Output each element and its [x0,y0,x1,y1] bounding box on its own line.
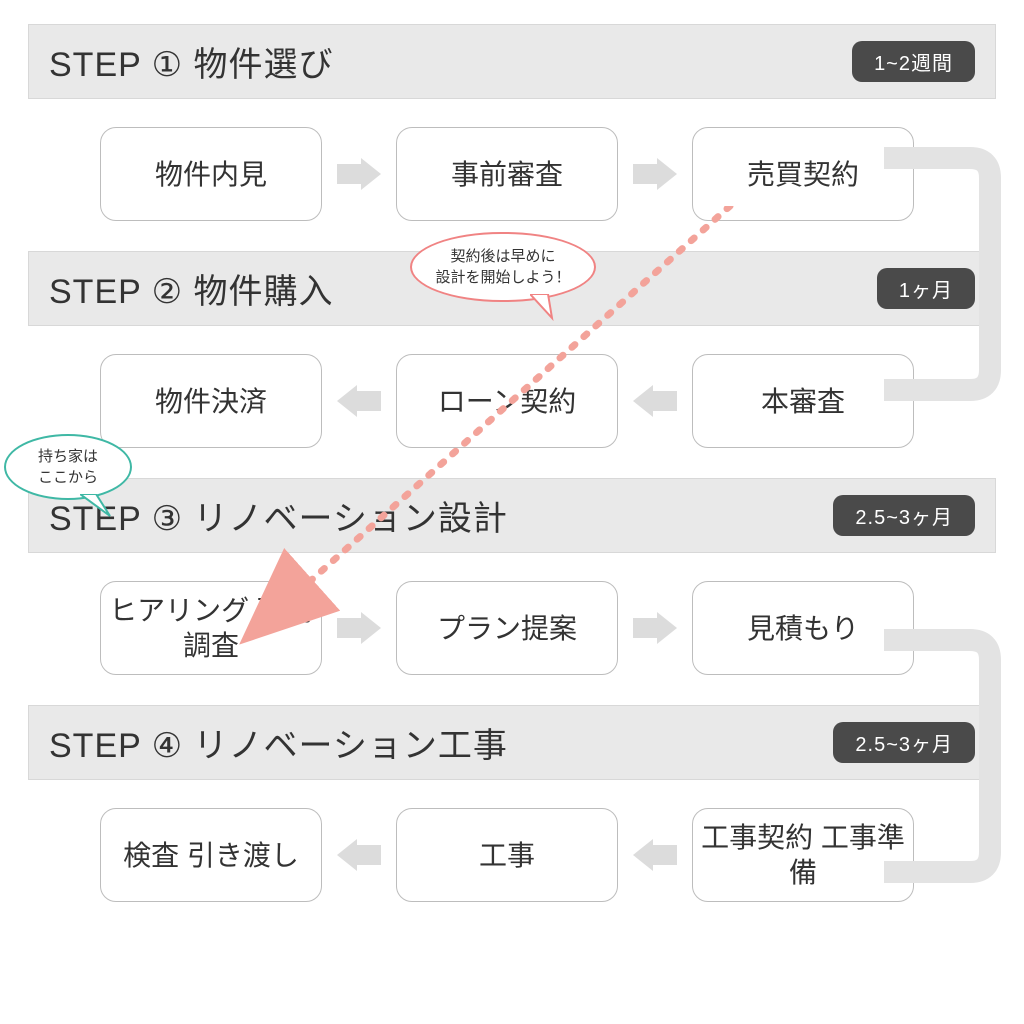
arrow-left-icon [332,839,386,871]
callout-red: 契約後は早めに 設計を開始しよう！ [410,232,596,302]
connector-step1-to-2 [884,144,1014,404]
step4-box-3: 工事契約 工事準備 [692,808,914,902]
callout-red-text: 契約後は早めに 設計を開始しよう！ [435,246,570,288]
step1-title: STEP ① 物件選び [49,37,334,86]
callout-teal-tail-icon [80,494,116,524]
arrow-left-icon [628,839,682,871]
step1-header: STEP ① 物件選び 1~2週間 [28,24,996,99]
step1-duration: 1~2週間 [852,41,975,82]
arrow-right-icon [332,158,386,190]
step3-duration: 2.5~3ヶ月 [833,495,975,536]
step4-box-1: 検査 引き渡し [100,808,322,902]
callout-teal-text: 持ち家は ここから [38,446,98,488]
step4-row: 検査 引き渡し 工事 工事契約 工事準備 [100,808,996,902]
connector-step3-to-4 [884,626,1014,886]
step4-header: STEP ④ リノベーション工事 2.5~3ヶ月 [28,705,996,780]
callout-red-tail-icon [530,294,560,324]
arrow-right-icon [628,158,682,190]
callout-teal: 持ち家は ここから [4,434,132,500]
step4-box-2: 工事 [396,808,618,902]
step4-title: STEP ④ リノベーション工事 [49,718,508,767]
